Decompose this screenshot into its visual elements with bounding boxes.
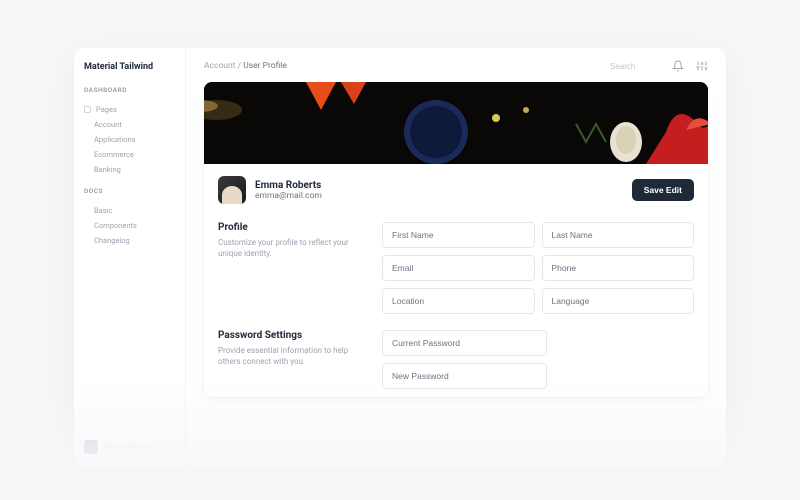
sidebar-item-account[interactable]: Account: [84, 117, 175, 132]
save-button[interactable]: Save Edit: [632, 179, 694, 201]
sidebar-section-docs: DOCS: [84, 187, 175, 195]
sidebar-item-banking[interactable]: Banking: [84, 162, 175, 177]
section-title: Profile: [218, 222, 368, 233]
topbar: Account / User Profile: [186, 48, 726, 82]
sidebar-item-basic[interactable]: Basic: [84, 203, 175, 218]
first-name-field[interactable]: [382, 222, 535, 248]
topbar-actions: [610, 60, 708, 72]
sidebar-item-label: Basic: [94, 206, 112, 215]
section-password: Password Settings Provide essential info…: [204, 322, 708, 397]
profile-header: Emma Roberts emma@mail.com Save Edit: [204, 164, 708, 214]
sidebar-item-label: Components: [94, 221, 137, 230]
breadcrumb-parent[interactable]: Account: [204, 61, 235, 71]
sidebar-item-label: Applications: [94, 135, 136, 144]
sidebar-item-label: Pages: [96, 105, 117, 114]
language-field[interactable]: [542, 288, 695, 314]
profile-email: emma@mail.com: [255, 191, 322, 201]
sidebar-item-changelog[interactable]: Changelog: [84, 233, 175, 248]
section-profile: Profile Customize your profile to reflec…: [204, 214, 708, 322]
sidebar-item-label: Account: [94, 120, 122, 129]
sidebar-item-components[interactable]: Components: [84, 218, 175, 233]
profile-identity: Emma Roberts emma@mail.com: [218, 176, 322, 204]
profile-banner: [204, 82, 708, 164]
breadcrumb: Account / User Profile: [204, 61, 287, 71]
sidebar-user-name: Emma Roberts: [104, 443, 150, 451]
email-field[interactable]: [382, 255, 535, 281]
sidebar-item-label: Banking: [94, 165, 121, 174]
sidebar-user[interactable]: Emma Roberts: [84, 440, 150, 454]
app-frame: Material Tailwind DASHBOARD Pages Accoun…: [74, 48, 726, 468]
breadcrumb-current: User Profile: [243, 61, 287, 71]
brand-title: Material Tailwind: [84, 62, 175, 72]
section-desc: Provide essential information to help ot…: [218, 345, 368, 367]
phone-field[interactable]: [542, 255, 695, 281]
last-name-field[interactable]: [542, 222, 695, 248]
current-password-field[interactable]: [382, 330, 547, 356]
avatar: [84, 440, 98, 454]
profile-card: Emma Roberts emma@mail.com Save Edit Pro…: [204, 82, 708, 397]
sidebar-item-pages[interactable]: Pages: [84, 102, 175, 117]
main-area: Account / User Profile: [186, 48, 726, 468]
section-desc: Customize your profile to reflect your u…: [218, 237, 368, 259]
sidebar-item-label: Ecommerce: [94, 150, 134, 159]
section-title: Password Settings: [218, 330, 368, 341]
sidebar-section-dashboard: DASHBOARD: [84, 86, 175, 94]
sidebar-item-applications[interactable]: Applications: [84, 132, 175, 147]
search-input[interactable]: [610, 62, 660, 71]
breadcrumb-sep: /: [238, 61, 242, 71]
location-field[interactable]: [382, 288, 535, 314]
sidebar: Material Tailwind DASHBOARD Pages Accoun…: [74, 48, 186, 468]
profile-name: Emma Roberts: [255, 180, 322, 191]
avatar: [218, 176, 246, 204]
sidebar-item-label: Changelog: [94, 236, 130, 245]
content: Emma Roberts emma@mail.com Save Edit Pro…: [186, 82, 726, 415]
bell-icon[interactable]: [672, 60, 684, 72]
sidebar-item-ecommerce[interactable]: Ecommerce: [84, 147, 175, 162]
square-icon: [84, 106, 91, 113]
new-password-field[interactable]: [382, 363, 547, 389]
settings-icon[interactable]: [696, 60, 708, 72]
